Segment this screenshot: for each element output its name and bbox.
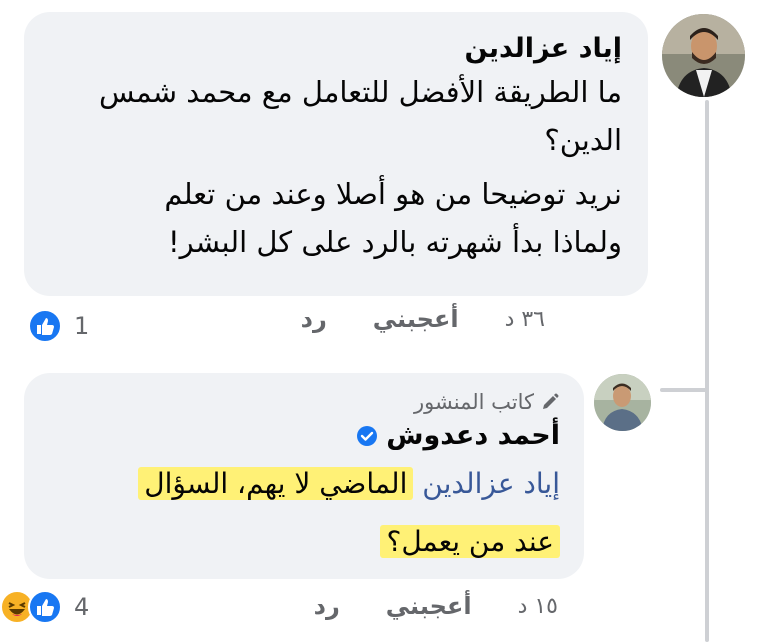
reaction-summary[interactable]: 4 xyxy=(0,590,89,624)
reply-bubble: كاتب المنشور أحمد دعدوش إياد عزالدين الم… xyxy=(24,373,584,579)
reply-author[interactable]: أحمد دعدوش xyxy=(386,417,560,455)
avatar-photo-icon xyxy=(594,374,651,431)
post-author-badge: كاتب المنشور xyxy=(44,387,560,417)
avatar-photo-icon xyxy=(662,14,745,97)
badge-label: كاتب المنشور xyxy=(414,390,534,414)
comment-line: ولماذا بدأ شهرته بالرد على كل البشر! xyxy=(167,225,622,259)
comment-line: الدين؟ xyxy=(544,123,622,157)
like-button[interactable]: أعجبني xyxy=(373,305,459,333)
comment-text: ما الطريقة الأفضل للتعامل مع محمد شمس ال… xyxy=(48,68,622,266)
reaction-count: 1 xyxy=(74,312,90,340)
highlighted-text: الماضي لا يهم، السؤال xyxy=(138,467,414,500)
reaction-summary[interactable]: 1 xyxy=(28,309,89,343)
mention-link[interactable]: إياد عزالدين xyxy=(422,467,560,500)
comment-actions: ٣٦ د أعجبني رد xyxy=(301,305,545,333)
reply-button[interactable]: رد xyxy=(314,592,340,620)
highlighted-text: عند من يعمل؟ xyxy=(380,525,560,558)
reply-actions: ١٥ د أعجبني رد xyxy=(314,592,558,620)
reply-text-line2: عند من يعمل؟ xyxy=(44,513,560,571)
reaction-count: 4 xyxy=(74,593,90,621)
comment-author[interactable]: إياد عزالدين xyxy=(48,30,622,68)
reply-author-row: أحمد دعدوش xyxy=(44,417,560,455)
comment-line: نريد توضيحا من هو أصلا وعند من تعلم xyxy=(164,177,622,211)
like-button[interactable]: أعجبني xyxy=(386,592,472,620)
pencil-icon xyxy=(543,393,559,409)
comment-line: ما الطريقة الأفضل للتعامل مع محمد شمس xyxy=(99,75,622,109)
like-icon xyxy=(28,309,62,343)
comment-time[interactable]: ٣٦ د xyxy=(505,307,545,332)
reply-button[interactable]: رد xyxy=(301,305,327,333)
thread-line xyxy=(705,100,709,642)
avatar[interactable] xyxy=(662,14,745,97)
avatar[interactable] xyxy=(594,374,651,431)
verified-badge-icon xyxy=(357,426,378,446)
reply-text: إياد عزالدين الماضي لا يهم، السؤال xyxy=(44,455,560,513)
reply-time[interactable]: ١٥ د xyxy=(518,594,558,619)
like-icon xyxy=(28,590,62,624)
comment-bubble: إياد عزالدين ما الطريقة الأفضل للتعامل م… xyxy=(24,12,648,296)
thread-connector xyxy=(660,388,709,392)
